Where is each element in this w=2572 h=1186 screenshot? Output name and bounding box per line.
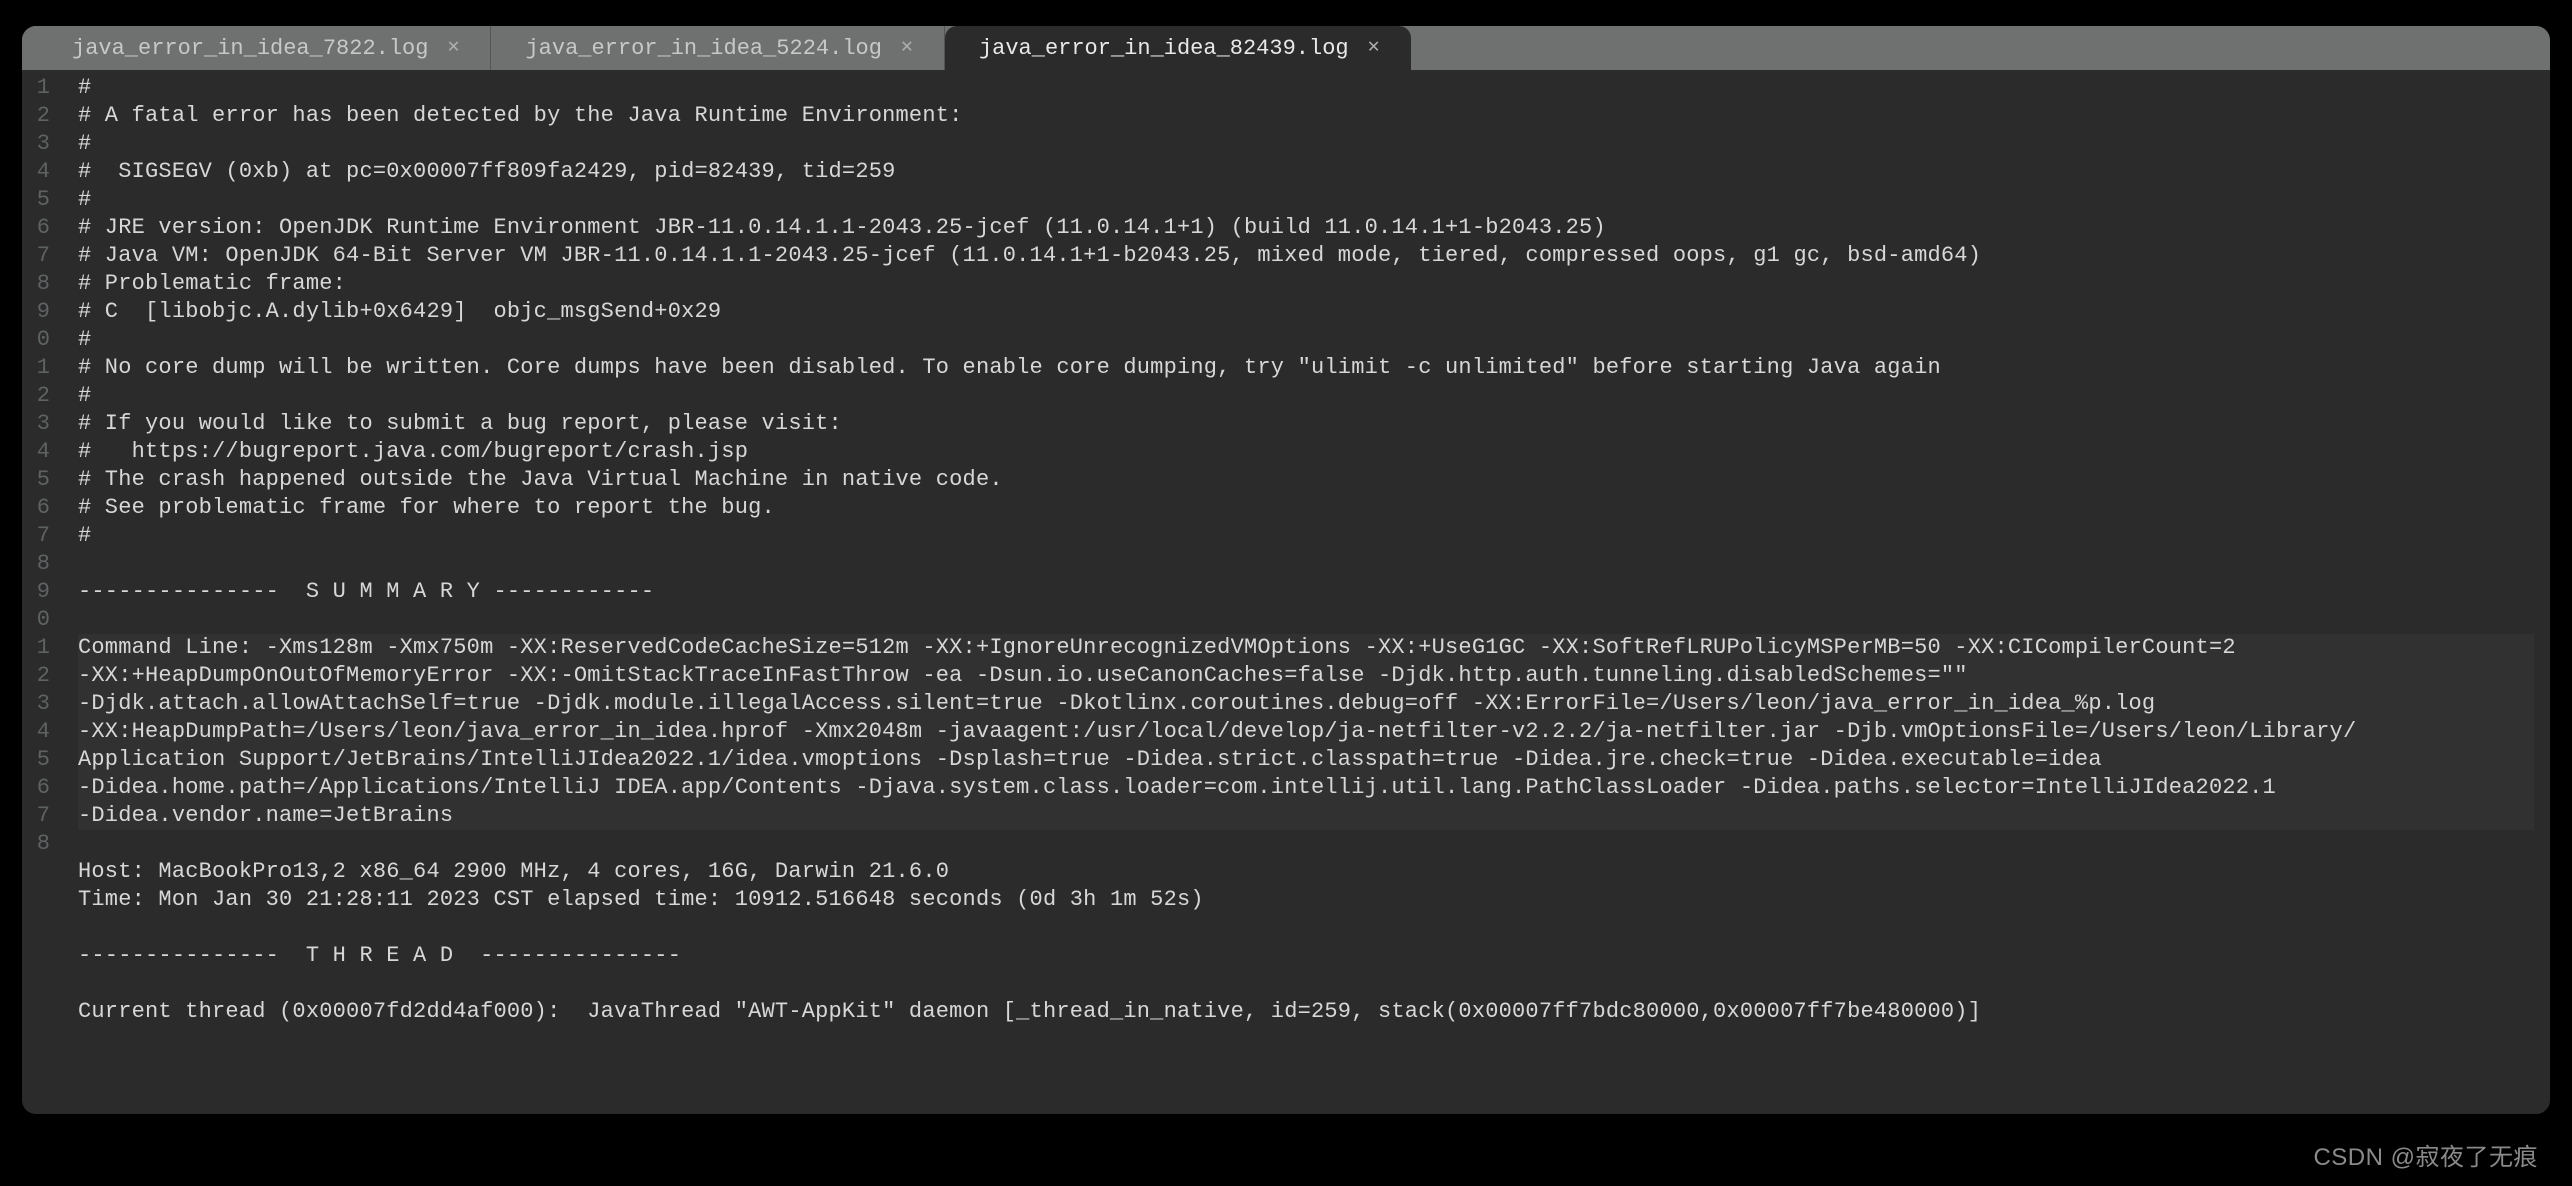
code-line [78, 914, 2534, 942]
tab-file-82439[interactable]: java_error_in_idea_82439.log ✕ [945, 26, 1411, 70]
line-number: 8 [22, 830, 56, 858]
line-number: 7 [22, 242, 56, 270]
tab-label: java_error_in_idea_7822.log [72, 36, 428, 61]
editor-area[interactable]: 1234567890123456789012345678 ## A fatal … [22, 70, 2550, 1114]
line-number: 1 [22, 74, 56, 102]
code-line [78, 830, 2534, 858]
tab-label: java_error_in_idea_5224.log [525, 36, 881, 61]
code-line: Host: MacBookPro13,2 x86_64 2900 MHz, 4 … [78, 858, 2534, 886]
code-line: # Problematic frame: [78, 270, 2534, 298]
line-number: 9 [22, 578, 56, 606]
line-number: 3 [22, 130, 56, 158]
close-icon[interactable]: ✕ [444, 39, 462, 57]
tab-file-5224[interactable]: java_error_in_idea_5224.log ✕ [491, 26, 944, 70]
code-line: # [78, 382, 2534, 410]
line-number: 3 [22, 690, 56, 718]
code-line: # https://bugreport.java.com/bugreport/c… [78, 438, 2534, 466]
line-number: 5 [22, 186, 56, 214]
code-line [78, 550, 2534, 578]
code-line: -Didea.home.path=/Applications/IntelliJ … [78, 774, 2534, 802]
watermark: CSDN @寂夜了无痕 [2313, 1137, 2538, 1172]
line-number: 2 [22, 102, 56, 130]
code-line: # C [libobjc.A.dylib+0x6429] objc_msgSen… [78, 298, 2534, 326]
line-number: 6 [22, 774, 56, 802]
code-content[interactable]: ## A fatal error has been detected by th… [56, 70, 2550, 1114]
code-line [78, 606, 2534, 634]
code-line: # A fatal error has been detected by the… [78, 102, 2534, 130]
code-line: # [78, 326, 2534, 354]
line-number: 0 [22, 606, 56, 634]
code-line: # If you would like to submit a bug repo… [78, 410, 2534, 438]
close-icon[interactable]: ✕ [898, 39, 916, 57]
code-line: -XX:HeapDumpPath=/Users/leon/java_error_… [78, 718, 2534, 746]
code-line: # [78, 522, 2534, 550]
code-line: -XX:+HeapDumpOnOutOfMemoryError -XX:-Omi… [78, 662, 2534, 690]
line-number: 1 [22, 634, 56, 662]
code-line: --------------- S U M M A R Y ----------… [78, 578, 2534, 606]
code-line [78, 970, 2534, 998]
line-number-gutter: 1234567890123456789012345678 [22, 70, 56, 1114]
code-line: --------------- T H R E A D ------------… [78, 942, 2534, 970]
line-number: 8 [22, 550, 56, 578]
editor-window: java_error_in_idea_7822.log ✕ java_error… [22, 26, 2550, 1114]
code-line: # [78, 130, 2534, 158]
code-line: # SIGSEGV (0xb) at pc=0x00007ff809fa2429… [78, 158, 2534, 186]
code-line: -Didea.vendor.name=JetBrains [78, 802, 2534, 830]
line-number: 8 [22, 270, 56, 298]
code-line: Current thread (0x00007fd2dd4af000): Jav… [78, 998, 2534, 1026]
code-line: # No core dump will be written. Core dum… [78, 354, 2534, 382]
line-number: 6 [22, 494, 56, 522]
code-line: # The crash happened outside the Java Vi… [78, 466, 2534, 494]
code-line: Command Line: -Xms128m -Xmx750m -XX:Rese… [78, 634, 2534, 662]
code-line: # [78, 74, 2534, 102]
line-number: 4 [22, 438, 56, 466]
tab-label: java_error_in_idea_82439.log [979, 36, 1349, 61]
line-number: 2 [22, 662, 56, 690]
line-number: 3 [22, 410, 56, 438]
code-line: -Djdk.attach.allowAttachSelf=true -Djdk.… [78, 690, 2534, 718]
code-line: # Java VM: OpenJDK 64-Bit Server VM JBR-… [78, 242, 2534, 270]
tab-bar: java_error_in_idea_7822.log ✕ java_error… [22, 26, 2550, 70]
line-number: 7 [22, 522, 56, 550]
line-number: 1 [22, 354, 56, 382]
code-line: # JRE version: OpenJDK Runtime Environme… [78, 214, 2534, 242]
code-line: # [78, 186, 2534, 214]
line-number: 2 [22, 382, 56, 410]
code-line: Application Support/JetBrains/IntelliJId… [78, 746, 2534, 774]
line-number: 4 [22, 158, 56, 186]
line-number: 4 [22, 718, 56, 746]
code-line: Time: Mon Jan 30 21:28:11 2023 CST elaps… [78, 886, 2534, 914]
line-number: 0 [22, 326, 56, 354]
line-number: 5 [22, 466, 56, 494]
tab-file-7822[interactable]: java_error_in_idea_7822.log ✕ [22, 26, 491, 70]
line-number: 6 [22, 214, 56, 242]
close-icon[interactable]: ✕ [1365, 39, 1383, 57]
line-number: 5 [22, 746, 56, 774]
code-line: # See problematic frame for where to rep… [78, 494, 2534, 522]
line-number: 9 [22, 298, 56, 326]
line-number: 7 [22, 802, 56, 830]
